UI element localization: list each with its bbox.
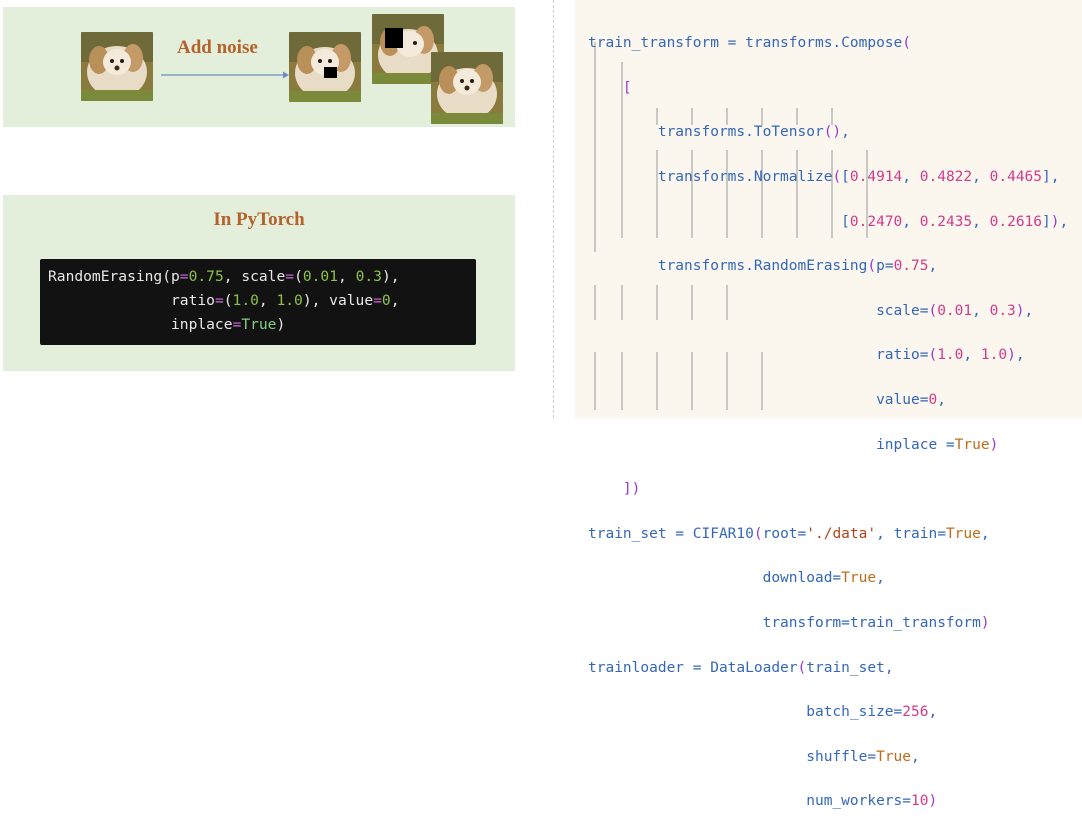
- erased-patch: [385, 28, 403, 48]
- training-code: train_transform = transforms.Compose( [ …: [588, 10, 1068, 836]
- noised-dog-image-1: [289, 32, 361, 102]
- code-editor-panel: train_transform = transforms.Compose( [ …: [575, 0, 1082, 809]
- code-line: shuffle=True,: [588, 748, 920, 765]
- erased-patch: [324, 67, 337, 78]
- code-line: ratio=(1.0, 1.0), value=0,: [48, 292, 400, 309]
- code-line: download=True,: [588, 570, 885, 587]
- code-line: inplace =True): [588, 436, 999, 453]
- code-line: train_transform = transforms.Compose(: [588, 35, 912, 52]
- code-line: ]): [622, 481, 641, 498]
- code-line: trainloader = DataLoader(train_set,: [588, 659, 894, 676]
- divider: [553, 0, 554, 418]
- code-line: [0.2470, 0.2435, 0.2616]),: [588, 213, 1069, 230]
- pytorch-title: In PyTorch: [213, 209, 305, 230]
- code-line: [: [622, 79, 632, 96]
- code-line: RandomErasing(p=0.75, scale=(0.01, 0.3),: [48, 268, 400, 285]
- original-dog-image: [81, 32, 153, 101]
- code-line: ratio=(1.0, 1.0),: [588, 347, 1025, 364]
- add-noise-label: Add noise: [177, 37, 258, 58]
- arrow-right-icon: [161, 71, 289, 79]
- pytorch-panel: In PyTorch RandomErasing(p=0.75, scale=(…: [3, 195, 515, 371]
- code-line: transforms.ToTensor(),: [588, 124, 850, 141]
- code-line: value=0,: [588, 392, 946, 409]
- code-line: scale=(0.01, 0.3),: [588, 302, 1034, 319]
- code-line: transform=train_transform): [588, 615, 990, 632]
- code-line: batch_size=256,: [588, 704, 938, 721]
- code-line: transforms.Normalize([0.4914, 0.4822, 0.…: [588, 169, 1060, 186]
- code-line: inplace=True): [48, 316, 286, 333]
- noised-dog-image-3: [431, 52, 503, 124]
- pytorch-code-block: RandomErasing(p=0.75, scale=(0.01, 0.3),…: [40, 259, 476, 345]
- code-line: train_set = CIFAR10(root='./data', train…: [588, 525, 990, 542]
- code-line: num_workers=10): [588, 793, 938, 810]
- noise-illustration-panel: Add noise: [3, 7, 515, 127]
- code-line: transforms.RandomErasing(p=0.75,: [588, 258, 938, 275]
